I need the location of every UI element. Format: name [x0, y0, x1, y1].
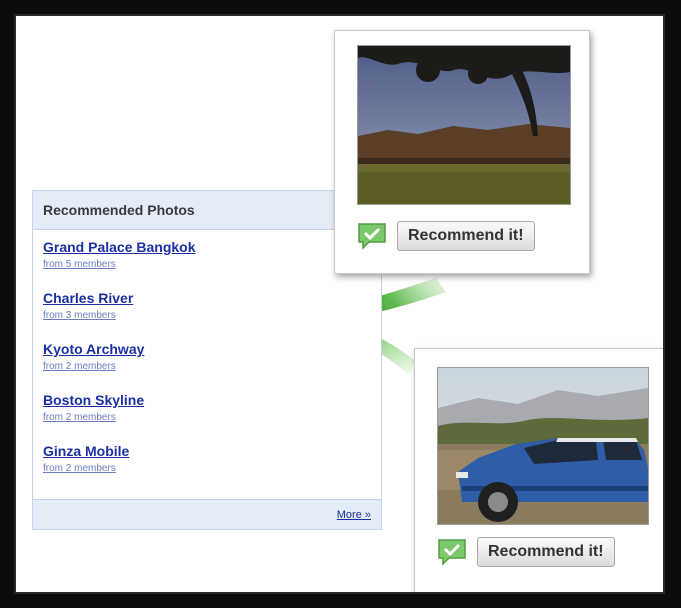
photo-card-landscape: Recommend it!	[334, 30, 590, 274]
list-item: Kyoto Archway from 2 members	[43, 340, 371, 391]
photo-meta[interactable]: from 2 members	[43, 462, 371, 476]
photo-meta[interactable]: from 2 members	[43, 360, 371, 374]
recommended-photos-widget: Recommended Photos Grand Palace Bangkok …	[32, 190, 382, 530]
recommend-button[interactable]: Recommend it!	[397, 221, 535, 251]
recommend-button[interactable]: Recommend it!	[477, 537, 615, 567]
widget-footer: More »	[33, 499, 381, 529]
photo-link[interactable]: Kyoto Archway	[43, 340, 371, 358]
landscape-photo	[357, 45, 571, 205]
widget-title: Recommended Photos	[43, 202, 195, 218]
checkmark-speech-bubble-icon	[358, 223, 386, 250]
checkmark-speech-bubble-icon	[438, 539, 466, 566]
photo-link[interactable]: Grand Palace Bangkok	[43, 238, 371, 256]
photo-meta[interactable]: from 2 members	[43, 411, 371, 425]
car-photo	[437, 367, 649, 525]
photo-link[interactable]: Charles River	[43, 289, 371, 307]
photo-card-car: Recommend it!	[414, 348, 663, 592]
recommend-row: Recommend it!	[357, 221, 535, 251]
widget-header: Recommended Photos	[33, 191, 381, 230]
photo-link[interactable]: Boston Skyline	[43, 391, 371, 409]
photo-meta[interactable]: from 3 members	[43, 309, 371, 323]
recommend-row: Recommend it!	[437, 537, 615, 567]
photo-meta[interactable]: from 5 members	[43, 258, 371, 272]
list-item: Grand Palace Bangkok from 5 members	[43, 238, 371, 289]
photo-list: Grand Palace Bangkok from 5 members Char…	[33, 230, 381, 493]
list-item: Charles River from 3 members	[43, 289, 371, 340]
illustration-frame: Recommended Photos Grand Palace Bangkok …	[14, 14, 665, 594]
list-item: Ginza Mobile from 2 members	[43, 442, 371, 493]
more-link[interactable]: More »	[337, 509, 371, 521]
photo-link[interactable]: Ginza Mobile	[43, 442, 371, 460]
list-item: Boston Skyline from 2 members	[43, 391, 371, 442]
